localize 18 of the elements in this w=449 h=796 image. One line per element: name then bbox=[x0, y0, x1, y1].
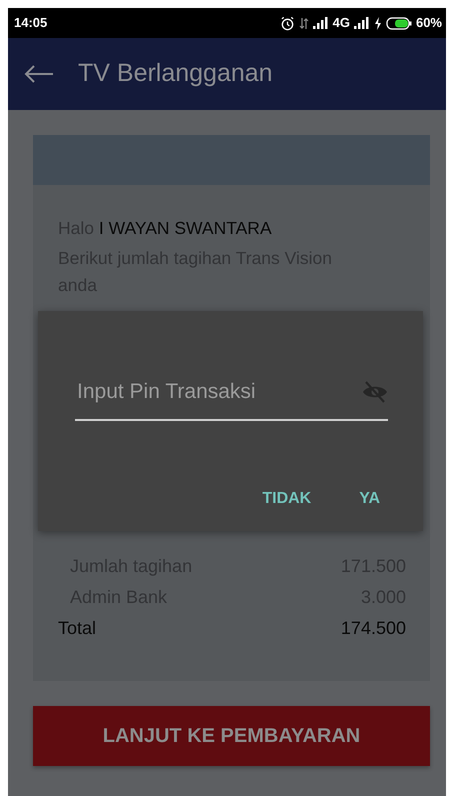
customer-name: I WAYAN SWANTARA bbox=[98, 218, 272, 238]
clock-time: 14:05 bbox=[14, 14, 48, 32]
confirm-button[interactable]: YA bbox=[359, 483, 380, 515]
cancel-button[interactable]: TIDAK bbox=[262, 483, 312, 515]
screen-title: TV Berlangganan bbox=[78, 58, 273, 90]
alarm-icon bbox=[280, 16, 295, 30]
signal-icon bbox=[312, 17, 329, 29]
signal-icon bbox=[354, 17, 370, 29]
back-arrow-icon[interactable] bbox=[24, 64, 54, 84]
battery-icon bbox=[386, 16, 412, 30]
data-transfer-icon bbox=[298, 16, 309, 30]
total-label: Total bbox=[58, 616, 96, 640]
pin-input-field[interactable]: Input Pin Transaksi bbox=[75, 375, 362, 409]
charging-icon bbox=[374, 16, 382, 30]
pay-button[interactable]: LANJUT KE PEMBAYARAN bbox=[33, 706, 430, 766]
network-type: 4G bbox=[332, 14, 350, 32]
battery-percent: 60% bbox=[416, 14, 442, 32]
total-amount: 174.500 bbox=[340, 616, 406, 640]
